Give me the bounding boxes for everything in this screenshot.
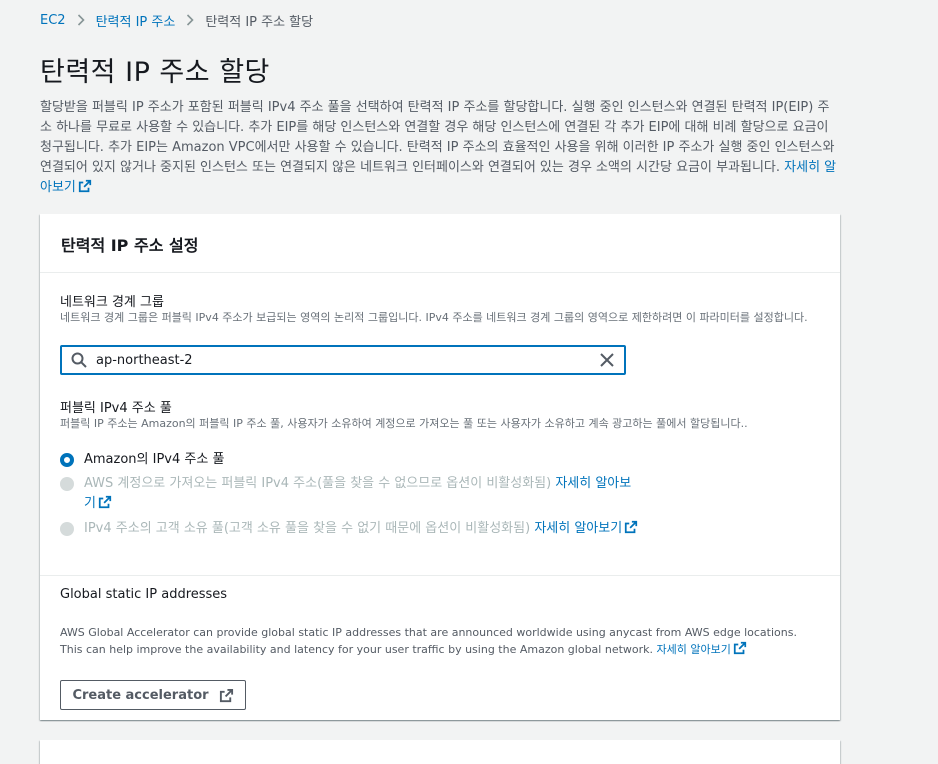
ipv4-pool-field: 퍼블릭 IPv4 주소 풀 퍼블릭 IP 주소는 Amazon의 퍼블릭 IP … xyxy=(60,397,820,431)
external-link-icon xyxy=(733,641,746,655)
network-border-group-label: 네트워크 경계 그룹 xyxy=(60,295,164,310)
radio-byoip-pool[interactable]: AWS 계정으로 가져오는 퍼블릭 IPv4 주소(풀을 찾을 수 없으므로 옵… xyxy=(60,474,640,514)
network-border-group-input[interactable] xyxy=(96,352,590,368)
radio-byoip-pool-text: AWS 계정으로 가져오는 퍼블릭 IPv4 주소(풀을 찾을 수 없으므로 옵… xyxy=(84,476,556,491)
panel-title: 탄력적 IP 주소 설정 xyxy=(61,236,199,255)
external-link-icon xyxy=(78,179,92,193)
tags-panel xyxy=(40,740,840,764)
breadcrumb: EC2 탄력적 IP 주소 탄력적 IP 주소 할당 xyxy=(40,10,313,30)
page-description-text: 할당받을 퍼블릭 IP 주소가 포함된 퍼블릭 IPv4 주소 풀을 선택하여 … xyxy=(40,100,835,175)
elastic-ip-settings-panel: 탄력적 IP 주소 설정 네트워크 경계 그룹 네트워크 경계 그룹은 퍼블릭 … xyxy=(40,214,840,720)
chevron-right-icon xyxy=(66,10,96,30)
panel-header: 탄력적 IP 주소 설정 xyxy=(40,214,840,273)
global-learn-more-label: 자세히 알아보기 xyxy=(656,643,731,656)
radio-coip-pool[interactable]: IPv4 주소의 고객 소유 풀(고객 소유 풀을 찾을 수 없기 때문에 옵션… xyxy=(60,519,640,539)
create-accelerator-label: Create accelerator xyxy=(72,687,209,703)
page-description: 할당받을 퍼블릭 IP 주소가 포함된 퍼블릭 IPv4 주소 풀을 선택하여 … xyxy=(40,98,840,198)
external-link-icon xyxy=(219,688,233,702)
search-icon xyxy=(62,347,96,373)
clear-icon[interactable] xyxy=(590,347,624,373)
ipv4-pool-label: 퍼블릭 IPv4 주소 풀 xyxy=(60,401,172,416)
external-link-icon xyxy=(625,520,638,534)
ipv4-pool-description: 퍼블릭 IP 주소는 Amazon의 퍼블릭 IP 주소 풀, 사용자가 소유하… xyxy=(60,417,748,430)
breadcrumb-ec2[interactable]: EC2 xyxy=(40,13,66,28)
breadcrumb-elastic-ip[interactable]: 탄력적 IP 주소 xyxy=(96,11,176,30)
external-link-icon xyxy=(98,495,112,509)
radio-byoip-pool-label: AWS 계정으로 가져오는 퍼블릭 IPv4 주소(풀을 찾을 수 없으므로 옵… xyxy=(84,474,640,514)
radio-disabled-icon[interactable] xyxy=(60,522,74,536)
coip-learn-more-label: 자세히 알아보기 xyxy=(534,521,623,536)
radio-coip-pool-label: IPv4 주소의 고객 소유 풀(고객 소유 풀을 찾을 수 없기 때문에 옵션… xyxy=(84,519,638,539)
breadcrumb-current: 탄력적 IP 주소 할당 xyxy=(205,14,314,30)
global-learn-more-link[interactable]: 자세히 알아보기 xyxy=(656,641,747,656)
network-border-group-description: 네트워크 경계 그룹은 퍼블릭 IPv4 주소가 보급되는 영역의 논리적 그룹… xyxy=(60,311,808,324)
network-border-group-field: 네트워크 경계 그룹 네트워크 경계 그룹은 퍼블릭 IPv4 주소가 보급되는… xyxy=(60,291,820,325)
page-title: 탄력적 IP 주소 할당 xyxy=(40,57,270,88)
radio-disabled-icon[interactable] xyxy=(60,477,74,491)
radio-coip-pool-text: IPv4 주소의 고객 소유 풀(고객 소유 풀을 찾을 수 없기 때문에 옵션… xyxy=(84,521,535,536)
radio-amazon-pool-label: Amazon의 IPv4 주소 풀 xyxy=(84,452,225,467)
network-border-group-search[interactable] xyxy=(60,345,626,375)
radio-amazon-pool[interactable]: Amazon의 IPv4 주소 풀 xyxy=(60,450,224,470)
chevron-right-icon xyxy=(175,10,205,30)
coip-learn-more-link[interactable]: 자세히 알아보기 xyxy=(534,520,638,536)
divider xyxy=(40,575,840,576)
radio-selected-icon[interactable] xyxy=(60,453,74,467)
global-static-ip-description: AWS Global Accelerator can provide globa… xyxy=(60,625,820,658)
global-static-ip-title: Global static IP addresses xyxy=(60,587,228,602)
create-accelerator-button[interactable]: Create accelerator xyxy=(60,680,246,710)
